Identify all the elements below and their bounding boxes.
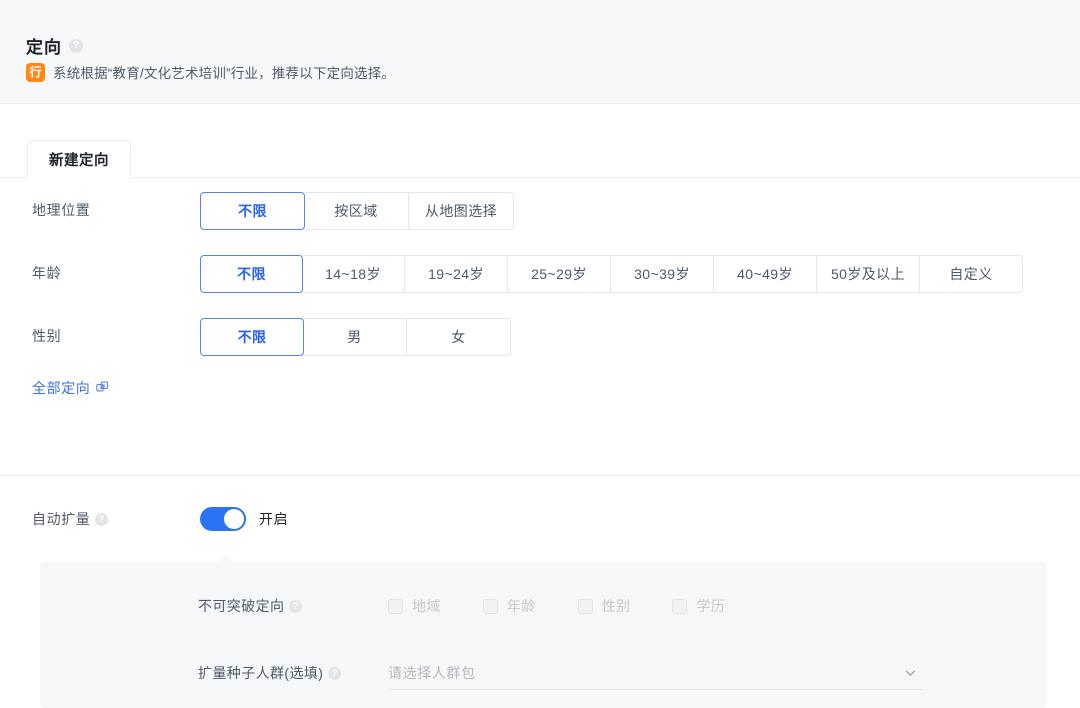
segmented-geo: 不限 按区域 从地图选择	[200, 192, 514, 230]
page-title-row: 定向 ?	[26, 33, 83, 58]
recommendation-note-text: 系统根据“教育/文化艺术培训”行业，推荐以下定向选择。	[53, 66, 396, 81]
row-label-geo-text: 地理位置	[32, 202, 91, 218]
checkbox-age[interactable]: 年龄	[482, 596, 536, 616]
checkbox-box-icon	[577, 598, 593, 614]
auto-expand-label-text: 自动扩量	[32, 511, 91, 527]
help-circle-icon[interactable]: ?	[95, 512, 109, 526]
row-geo-location: 地理位置 不限 按区域 从地图选择	[0, 192, 1080, 230]
seg-age-25-29[interactable]: 25~29岁	[508, 255, 611, 293]
row-label-gender-text: 性别	[32, 328, 62, 344]
seg-age-14-18[interactable]: 14~18岁	[302, 255, 405, 293]
auto-expand-panel: 不可突破定向 ? 地域 年龄 性别 学历 扩量种子人群(选填) ? 请选择人群包	[40, 555, 1047, 708]
seg-age-19-24[interactable]: 19~24岁	[405, 255, 508, 293]
tab-new-targeting[interactable]: 新建定向	[27, 140, 131, 178]
auto-expand-section: 自动扩量 ? 开启	[0, 507, 1080, 531]
seg-gender-unlimited[interactable]: 不限	[200, 318, 304, 356]
no-break-checkbox-list: 地域 年龄 性别 学历	[388, 596, 725, 616]
page-title: 定向	[26, 38, 62, 57]
seed-crowd-select[interactable]: 请选择人群包	[388, 656, 923, 690]
row-label-gender: 性别	[0, 318, 200, 346]
checkbox-box-icon	[672, 598, 688, 614]
checkbox-education-label: 学历	[696, 598, 726, 614]
no-break-label-text: 不可突破定向	[198, 598, 285, 614]
seg-gender-male[interactable]: 男	[303, 318, 407, 356]
segmented-gender: 不限 男 女	[200, 318, 511, 356]
seg-gender-female[interactable]: 女	[407, 318, 511, 356]
seed-crowd-placeholder: 请选择人群包	[388, 664, 476, 681]
checkbox-age-label: 年龄	[506, 598, 536, 614]
seed-crowd-label: 扩量种子人群(选填) ?	[198, 663, 388, 683]
chevron-down-icon[interactable]	[904, 666, 917, 679]
seg-age-unlimited[interactable]: 不限	[200, 255, 303, 293]
seg-geo-by-region[interactable]: 按区域	[304, 192, 409, 230]
seg-age-40-49[interactable]: 40~49岁	[714, 255, 817, 293]
tab-bar: 新建定向	[0, 104, 1080, 178]
seed-crowd-label-text: 扩量种子人群(选填)	[198, 665, 324, 681]
row-no-break-targeting: 不可突破定向 ? 地域 年龄 性别 学历	[40, 596, 1047, 616]
row-gender: 性别 不限 男 女	[0, 318, 1080, 356]
targeting-form: 地理位置 不限 按区域 从地图选择 年龄 不限 14~18岁 19~24岁 25…	[0, 178, 1080, 398]
checkbox-box-icon	[482, 598, 498, 614]
help-circle-icon[interactable]: ?	[328, 666, 342, 680]
checkbox-region-label: 地域	[412, 598, 441, 614]
seg-age-50-plus[interactable]: 50岁及以上	[817, 255, 920, 293]
no-break-label: 不可突破定向 ?	[198, 596, 388, 616]
checkbox-region[interactable]: 地域	[388, 596, 441, 616]
row-label-age: 年龄	[0, 255, 200, 283]
external-expand-icon	[96, 381, 110, 395]
section-divider	[0, 475, 1080, 476]
checkbox-education[interactable]: 学历	[672, 596, 725, 616]
checkbox-box-icon	[388, 598, 403, 614]
toggle-knob	[224, 509, 244, 529]
row-seed-crowd: 扩量种子人群(选填) ? 请选择人群包	[40, 656, 1047, 690]
seg-geo-from-map[interactable]: 从地图选择	[409, 192, 514, 230]
all-targeting-link-label: 全部定向	[32, 380, 91, 396]
seg-age-30-39[interactable]: 30~39岁	[611, 255, 714, 293]
checkbox-gender[interactable]: 性别	[577, 596, 631, 616]
row-age: 年龄 不限 14~18岁 19~24岁 25~29岁 30~39岁 40~49岁…	[0, 255, 1080, 293]
panel-notch	[218, 555, 234, 563]
segmented-age: 不限 14~18岁 19~24岁 25~29岁 30~39岁 40~49岁 50…	[200, 255, 1023, 293]
auto-expand-state-text: 开启	[259, 511, 289, 527]
industry-badge: 行	[26, 62, 45, 82]
seg-geo-unlimited[interactable]: 不限	[200, 192, 305, 230]
page-header: 定向 ? 行 系统根据“教育/文化艺术培训”行业，推荐以下定向选择。	[0, 0, 1080, 104]
help-circle-icon[interactable]: ?	[69, 38, 83, 53]
seg-age-custom[interactable]: 自定义	[920, 255, 1023, 293]
all-targeting-link[interactable]: 全部定向	[0, 378, 1080, 398]
auto-expand-header: 自动扩量 ? 开启	[0, 507, 1080, 531]
checkbox-gender-label: 性别	[601, 598, 631, 614]
row-label-age-text: 年龄	[32, 265, 62, 281]
recommendation-note: 行 系统根据“教育/文化艺术培训”行业，推荐以下定向选择。	[26, 62, 395, 82]
auto-expand-label: 自动扩量 ?	[0, 509, 200, 529]
row-label-geo: 地理位置	[0, 192, 200, 220]
auto-expand-toggle[interactable]	[200, 507, 246, 531]
help-circle-icon[interactable]: ?	[289, 599, 303, 613]
